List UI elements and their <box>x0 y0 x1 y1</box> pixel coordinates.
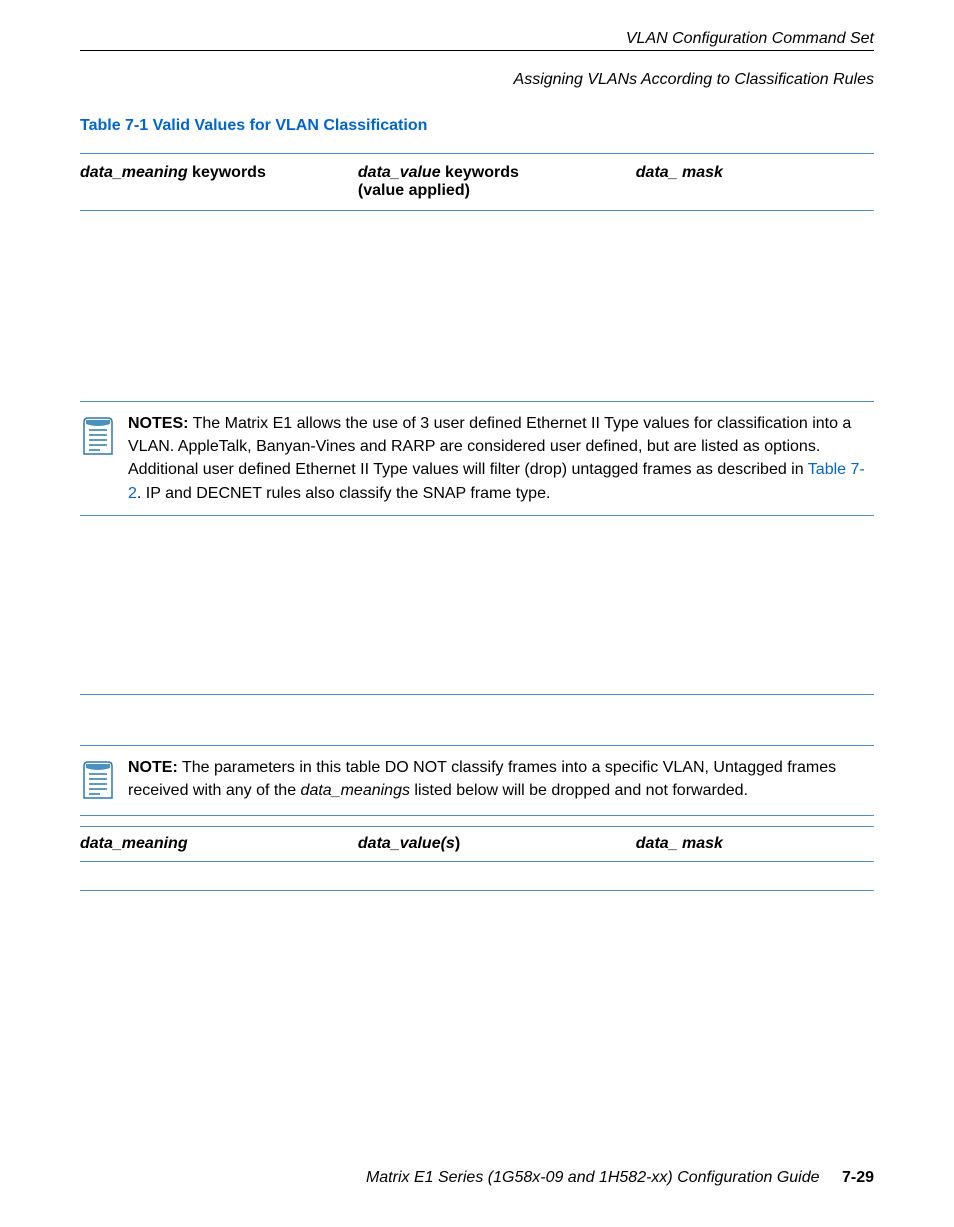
note-1-text: NOTES: The Matrix E1 allows the use of 3… <box>128 412 874 505</box>
th-data-value-keywords: data_value keywords (value applied) <box>358 164 636 200</box>
spacer <box>80 221 874 401</box>
th2-col2-suffix: ) <box>455 835 460 852</box>
table-2-header: data_meaning data_value(s) data_ mask <box>80 826 874 891</box>
footer-text: Matrix E1 Series (1G58x-09 and 1H582-xx)… <box>366 1169 820 1186</box>
spacer <box>80 536 874 686</box>
th-italic-part: data_meaning <box>80 164 188 181</box>
th-col2-italic: data_value <box>358 164 441 181</box>
notes-box-1: NOTES: The Matrix E1 allows the use of 3… <box>80 401 874 516</box>
note-1-label: NOTES: <box>128 415 188 432</box>
th-col2-line1: data_value keywords <box>358 164 636 182</box>
th-col3-italic: data_ mask <box>636 164 723 181</box>
notes-box-2: NOTE: The parameters in this table DO NO… <box>80 745 874 816</box>
th2-col2-italic: data_value(s <box>358 835 455 852</box>
th2-col3-italic: data_ mask <box>636 835 723 852</box>
spacer <box>80 695 874 745</box>
table-7-1-header-row: data_meaning keywords data_value keyword… <box>80 153 874 211</box>
blue-divider <box>80 890 874 891</box>
note-2-text: NOTE: The parameters in this table DO NO… <box>128 756 874 802</box>
th-data-meaning-keywords: data_meaning keywords <box>80 164 358 200</box>
header-divider <box>80 50 874 51</box>
table-2-header-row: data_meaning data_value(s) data_ mask <box>80 826 874 862</box>
th-col2-plain: keywords <box>441 164 519 181</box>
note-icon <box>80 416 116 461</box>
th2-data-meaning: data_meaning <box>80 835 358 853</box>
th2-col1-italic: data_meaning <box>80 835 188 852</box>
note-2-part2: listed below will be dropped and not for… <box>410 782 748 799</box>
th-data-mask: data_ mask <box>636 164 874 200</box>
header-title-line2: Assigning VLANs According to Classificat… <box>80 71 874 89</box>
th-plain-part: keywords <box>188 164 266 181</box>
th2-data-values: data_value(s) <box>358 835 636 853</box>
note-1-part2: . IP and DECNET rules also classify the … <box>137 485 551 502</box>
table-7-1-header: data_meaning keywords data_value keyword… <box>80 153 874 211</box>
note-1-part1: The Matrix E1 allows the use of 3 user d… <box>128 415 851 478</box>
header-title-line1: VLAN Configuration Command Set <box>80 30 874 48</box>
table-7-1-caption: Table 7-1 Valid Values for VLAN Classifi… <box>80 117 874 135</box>
running-header: VLAN Configuration Command Set Assigning… <box>80 30 874 89</box>
note-icon <box>80 760 116 805</box>
th-col2-line2: (value applied) <box>358 182 636 200</box>
note-2-italic-term: data_meanings <box>301 782 410 799</box>
page-footer: Matrix E1 Series (1G58x-09 and 1H582-xx)… <box>80 1169 874 1187</box>
footer-page-number: 7-29 <box>842 1169 874 1186</box>
note-2-label: NOTE: <box>128 759 178 776</box>
th2-data-mask: data_ mask <box>636 835 874 853</box>
